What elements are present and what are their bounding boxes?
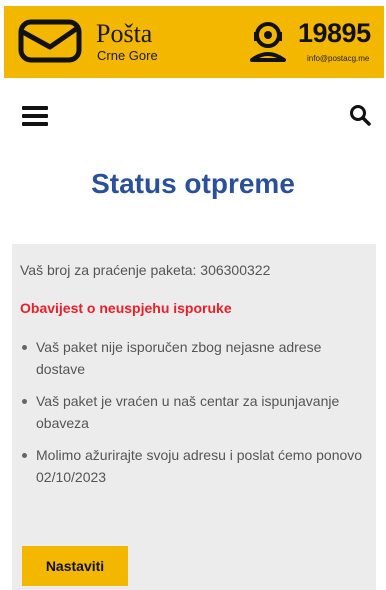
hamburger-menu-icon[interactable] <box>22 106 48 126</box>
delivery-failure-notice: Obavijest o neuspjehu isporuke <box>20 300 232 316</box>
headset-icon <box>250 22 286 62</box>
support-email[interactable]: info@postacg.me <box>307 54 369 63</box>
list-item: Molimo ažurirajte svoju adresu i poslat … <box>20 444 366 488</box>
menu-bar <box>22 122 48 126</box>
envelope-icon <box>18 19 82 63</box>
support-phone[interactable]: 19895 <box>298 18 371 49</box>
list-item: Vaš paket je vraćen u naš centar za ispu… <box>20 390 366 434</box>
menu-bar <box>22 114 48 118</box>
status-list: Vaš paket nije isporučen zbog nejasne ad… <box>20 336 366 498</box>
site-header: Pošta Crne Gore 19895 info@postacg.me <box>4 6 384 78</box>
continue-button[interactable]: Nastaviti <box>22 546 128 586</box>
search-icon[interactable] <box>348 103 372 127</box>
shipment-status-card: Vaš broj za praćenje paketa: 306300322 O… <box>12 244 376 590</box>
brand-name: Pošta <box>96 19 153 48</box>
list-item: Vaš paket nije isporučen zbog nejasne ad… <box>20 336 366 380</box>
menu-bar <box>22 106 48 110</box>
tracking-number-text: Vaš broj za praćenje paketa: 306300322 <box>20 262 271 278</box>
brand-subtitle: Crne Gore <box>97 48 158 63</box>
page-title: Status otpreme <box>91 168 295 199</box>
